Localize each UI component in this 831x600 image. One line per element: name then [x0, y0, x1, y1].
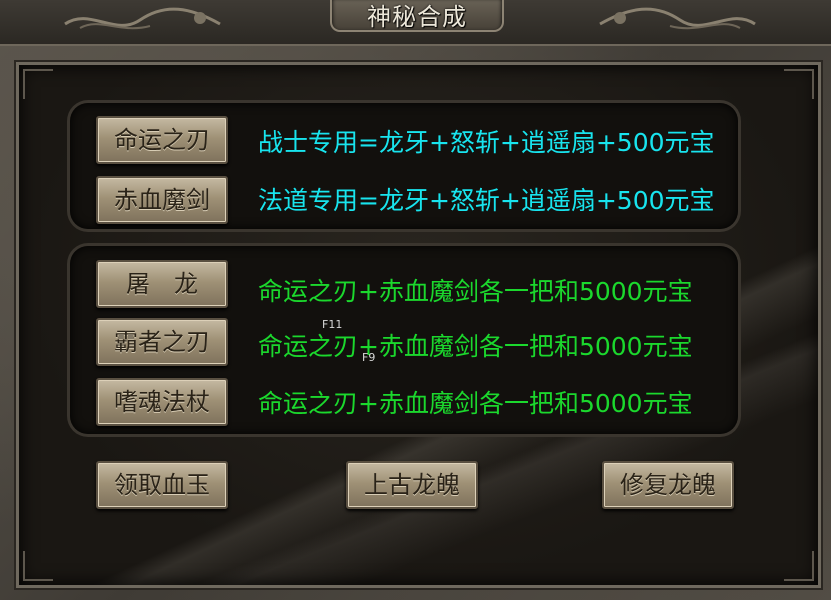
hotkey-tag: F9 — [362, 351, 376, 364]
recipe-text: 命运之刃+赤血魔剑各一把和5000元宝 — [258, 332, 693, 361]
recipe-text: 法道专用=龙牙+怒斩+逍遥扇+500元宝 — [258, 186, 715, 215]
synthesis-window: 神秘合成 命运之刃 战士专用=龙牙+怒斩+逍遥扇+500元宝 赤血魔剑 法道专用… — [0, 0, 831, 600]
corner-ornament — [784, 551, 814, 581]
hotkey-tag: F11 — [322, 318, 343, 331]
claim-blood-jade-button[interactable]: 领取血玉 — [96, 461, 228, 509]
dragon-ornament-icon — [64, 7, 221, 30]
title-plate: 神秘合成 — [330, 0, 504, 32]
ancient-dragon-soul-button[interactable]: 上古龙魄 — [346, 461, 478, 509]
craft-button-shihun[interactable]: 嗜魂法杖 — [96, 378, 228, 426]
craft-button-tulong[interactable]: 屠 龙 — [96, 260, 228, 308]
title-bar: 神秘合成 — [0, 0, 831, 46]
craft-button-chixue[interactable]: 赤血魔剑 — [96, 176, 228, 224]
recipe-text: 战士专用=龙牙+怒斩+逍遥扇+500元宝 — [258, 128, 715, 157]
corner-ornament — [784, 69, 814, 99]
craft-button-minyun[interactable]: 命运之刃 — [96, 116, 228, 164]
corner-ornament — [23, 69, 53, 99]
window-title: 神秘合成 — [367, 3, 467, 31]
repair-dragon-soul-button[interactable]: 修复龙魄 — [602, 461, 734, 509]
dragon-ornament-icon — [599, 7, 756, 30]
recipe-text: 命运之刃+赤血魔剑各一把和5000元宝 — [258, 277, 693, 306]
recipe-text: 命运之刃+赤血魔剑各一把和5000元宝 — [258, 389, 693, 418]
corner-ornament — [23, 551, 53, 581]
craft-button-bazhe[interactable]: 霸者之刃 — [96, 318, 228, 366]
